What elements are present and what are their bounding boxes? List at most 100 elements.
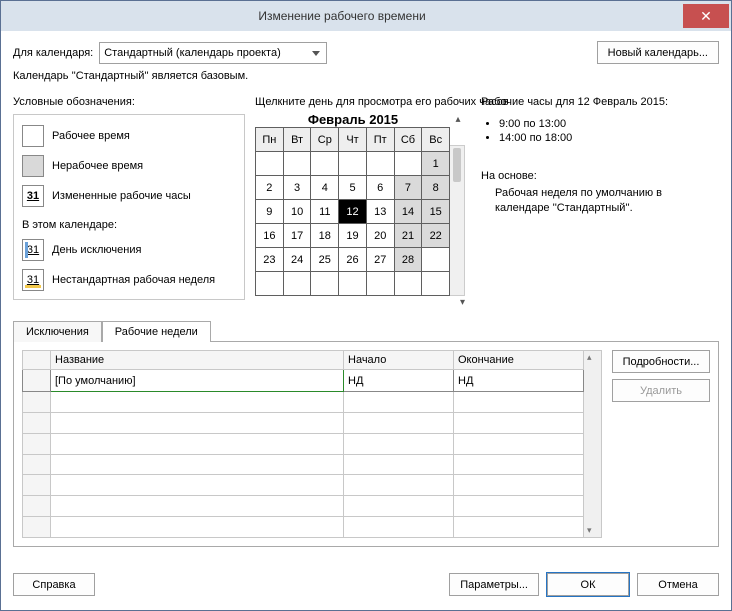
dow-header: Вт <box>283 128 311 152</box>
cancel-button[interactable]: Отмена <box>637 573 719 596</box>
calendar-scroll-up[interactable]: ▴ <box>451 114 465 125</box>
new-calendar-button[interactable]: Новый календарь... <box>597 41 719 64</box>
tab-workweeks[interactable]: Рабочие недели <box>102 321 211 342</box>
working-hours-item: 9:00 по 13:00 <box>499 118 719 130</box>
calendar-day[interactable]: 8 <box>422 176 450 200</box>
table-row[interactable] <box>23 517 584 538</box>
details-button[interactable]: Подробности... <box>612 350 710 373</box>
swatch-exception-icon: 31 <box>22 239 44 261</box>
dow-header: Чт <box>339 128 367 152</box>
calendar-day[interactable]: 14 <box>394 200 422 224</box>
calendar-day[interactable]: 17 <box>283 224 311 248</box>
calendar-day <box>339 272 367 296</box>
calendar-month-title: Февраль 2015 <box>255 112 451 127</box>
table-row[interactable] <box>23 454 584 475</box>
calendar-day[interactable]: 6 <box>366 176 394 200</box>
calendar-day[interactable]: 13 <box>366 200 394 224</box>
table-row[interactable] <box>23 412 584 433</box>
workweeks-panel: Название Начало Окончание [По умолчанию]… <box>13 341 719 547</box>
calendar-dropdown[interactable]: Стандартный (календарь проекта) <box>99 42 327 64</box>
calendar-day <box>339 152 367 176</box>
calendar-day[interactable]: 7 <box>394 176 422 200</box>
calendar-label: Для календаря: <box>13 47 93 59</box>
table-row[interactable] <box>23 475 584 496</box>
calendar-day[interactable]: 5 <box>339 176 367 200</box>
calendar-day[interactable]: 23 <box>256 248 284 272</box>
workweeks-table[interactable]: Название Начало Окончание [По умолчанию]… <box>22 350 584 538</box>
calendar-day[interactable]: 18 <box>311 224 339 248</box>
swatch-work-icon <box>22 125 44 147</box>
swatch-nonwork-icon <box>22 155 44 177</box>
calendar-day[interactable]: 15 <box>422 200 450 224</box>
calendar-day[interactable]: 22 <box>422 224 450 248</box>
table-row[interactable] <box>23 496 584 517</box>
calendar-day[interactable]: 12 <box>339 200 367 224</box>
legend-title: Условные обозначения: <box>13 96 245 108</box>
calendar-day[interactable]: 10 <box>283 200 311 224</box>
calendar-day[interactable]: 16 <box>256 224 284 248</box>
window-title: Изменение рабочего времени <box>1 9 683 23</box>
calendar-day[interactable]: 25 <box>311 248 339 272</box>
col-start: Начало <box>344 351 454 370</box>
col-end: Окончание <box>454 351 584 370</box>
basis-title: На основе: <box>481 170 719 182</box>
dow-header: Ср <box>311 128 339 152</box>
calendar-day[interactable]: 11 <box>311 200 339 224</box>
calendar-scrollbar[interactable] <box>450 145 465 296</box>
calendar-day[interactable]: 28 <box>394 248 422 272</box>
ok-button[interactable]: ОК <box>547 573 629 596</box>
calendar-day[interactable]: 1 <box>422 152 450 176</box>
calendar-day[interactable]: 4 <box>311 176 339 200</box>
dow-header: Пн <box>256 128 284 152</box>
working-hours-title: Рабочие часы для 12 Февраль 2015: <box>481 96 719 108</box>
calendar-day <box>366 152 394 176</box>
calendar-day[interactable]: 9 <box>256 200 284 224</box>
table-row[interactable] <box>23 392 584 413</box>
titlebar: Изменение рабочего времени ✕ <box>1 1 731 31</box>
calendar-day[interactable]: 26 <box>339 248 367 272</box>
legend-work: Рабочее время <box>52 130 130 142</box>
calendar-day <box>283 272 311 296</box>
calendar-dropdown-value: Стандартный (календарь проекта) <box>104 47 281 59</box>
dow-header: Пт <box>366 128 394 152</box>
calendar-day[interactable]: 24 <box>283 248 311 272</box>
legend-subtitle: В этом календаре: <box>22 219 238 231</box>
calendar-day[interactable]: 21 <box>394 224 422 248</box>
calendar-day[interactable]: 27 <box>366 248 394 272</box>
dialog-window: Изменение рабочего времени ✕ Для календа… <box>0 0 732 611</box>
calendar-instruction: Щелкните день для просмотра его рабочих … <box>255 96 465 108</box>
col-name: Название <box>51 351 344 370</box>
calendar-day <box>366 272 394 296</box>
calendar-day <box>256 272 284 296</box>
calendar-day[interactable]: 3 <box>283 176 311 200</box>
col-rownum <box>23 351 51 370</box>
legend-exception: День исключения <box>52 244 141 256</box>
calendar-day <box>422 248 450 272</box>
legend-changed: Измененные рабочие часы <box>52 190 191 202</box>
calendar-day <box>394 152 422 176</box>
table-scrollbar[interactable] <box>584 350 602 538</box>
tab-exceptions[interactable]: Исключения <box>13 321 102 342</box>
calendar-day[interactable]: 20 <box>366 224 394 248</box>
calendar-scroll-down[interactable]: ▾ <box>460 297 465 308</box>
swatch-nsw-icon: 31 <box>22 269 44 291</box>
delete-button[interactable]: Удалить <box>612 379 710 402</box>
close-button[interactable]: ✕ <box>683 4 729 28</box>
calendar-day <box>256 152 284 176</box>
legend-nsw: Нестандартная рабочая неделя <box>52 274 215 286</box>
basis-text: Рабочая неделя по умолчанию в календаре … <box>495 186 719 217</box>
calendar-day[interactable]: 19 <box>339 224 367 248</box>
base-calendar-text: Календарь ''Стандартный'' является базов… <box>13 70 719 82</box>
help-button[interactable]: Справка <box>13 573 95 596</box>
calendar-day <box>311 272 339 296</box>
working-hours-item: 14:00 по 18:00 <box>499 132 719 144</box>
legend-box: Рабочее время Нерабочее время 31 Изменен… <box>13 114 245 300</box>
calendar-day <box>283 152 311 176</box>
calendar-day[interactable]: 2 <box>256 176 284 200</box>
table-row[interactable]: [По умолчанию]НДНД <box>23 370 584 392</box>
options-button[interactable]: Параметры... <box>449 573 539 596</box>
swatch-changed-icon: 31 <box>22 185 44 207</box>
table-row[interactable] <box>23 433 584 454</box>
legend-nonwork: Нерабочее время <box>52 160 143 172</box>
calendar-grid[interactable]: ПнВтСрЧтПтСбВс 1234567891011121314151617… <box>255 127 450 296</box>
